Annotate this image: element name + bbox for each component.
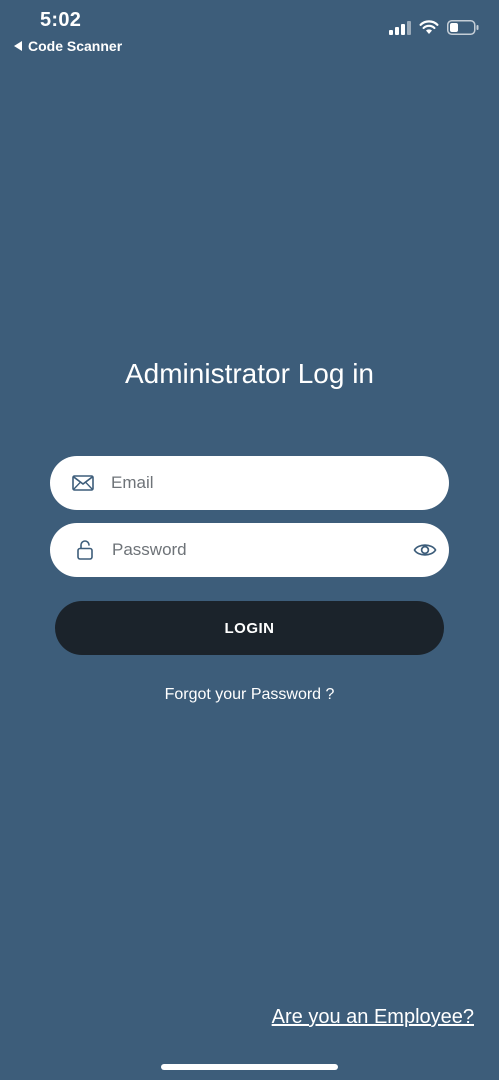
- email-field[interactable]: [50, 456, 449, 510]
- login-button[interactable]: LOGIN: [55, 601, 444, 655]
- show-password-eye-icon[interactable]: [413, 542, 437, 558]
- email-input[interactable]: [111, 456, 399, 510]
- back-to-app-button[interactable]: Code Scanner: [14, 38, 122, 54]
- back-app-label: Code Scanner: [28, 38, 123, 54]
- wifi-icon: [419, 20, 439, 40]
- status-icons: [389, 20, 479, 40]
- forgot-password-link[interactable]: Forgot your Password ?: [0, 686, 499, 704]
- mail-icon: [72, 475, 94, 491]
- password-field[interactable]: [50, 523, 449, 577]
- home-indicator[interactable]: [161, 1064, 338, 1070]
- password-input[interactable]: [112, 523, 399, 577]
- employee-login-link[interactable]: Are you an Employee?: [272, 1006, 474, 1029]
- battery-icon: [447, 20, 479, 40]
- unlock-icon: [77, 540, 93, 560]
- back-triangle-icon: [14, 41, 22, 51]
- page-title: Administrator Log in: [124, 358, 374, 389]
- cellular-signal-icon: [389, 20, 411, 40]
- status-time: 5:02: [40, 9, 82, 31]
